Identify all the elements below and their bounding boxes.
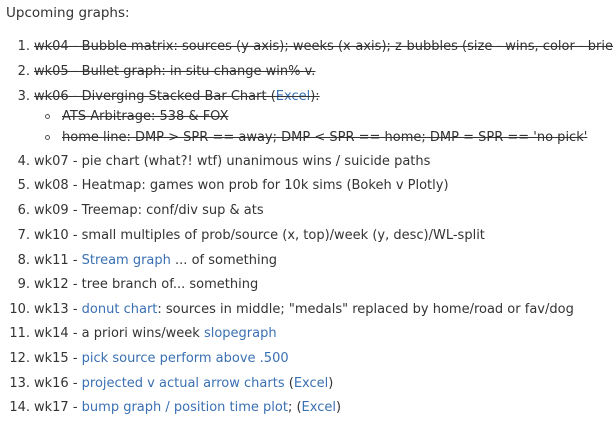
pick-source-link[interactable]: pick source perform above .500 <box>82 351 289 366</box>
list-item-9: 9. wk12 - tree branch of... something <box>0 275 613 295</box>
item-text-mid: ; ( <box>287 400 302 415</box>
circle-bullet-icon <box>45 135 50 140</box>
sub-item-text: ATS Arbitrage: 538 & FOX <box>62 109 229 124</box>
list-item-14: 14. wk17 - bump graph / position time pl… <box>0 398 613 418</box>
item-text: wk05 - Bullet graph: in situ change win%… <box>34 64 316 79</box>
list-item-4: 4. wk07 - pie chart (what?! wtf) unanimo… <box>0 152 613 172</box>
item-text: wk07 - pie chart (what?! wtf) unanimous … <box>34 154 431 169</box>
circle-bullet-icon <box>45 114 50 119</box>
item-number: 9. <box>17 277 30 292</box>
item-text-mid: ( <box>284 376 294 391</box>
item-number: 4. <box>17 154 30 169</box>
list-item-11: 11. wk14 - a priori wins/week slopegraph <box>0 324 613 344</box>
list-item-10: 10. wk13 - donut chart: sources in middl… <box>0 300 613 320</box>
item-text-post: ): <box>310 89 320 104</box>
item-text-post: ) <box>328 376 334 391</box>
item-text-post: ... of something <box>170 253 278 268</box>
bump-graph-link[interactable]: bump graph / position time plot <box>82 400 288 415</box>
item-text: wk13 - donut chart: sources in middle; "… <box>34 300 574 320</box>
item-text-pre: wk06 - Diverging Stacked Bar Chart ( <box>34 89 276 104</box>
item-number: 12. <box>9 351 30 366</box>
item-text-post: ) <box>335 400 342 415</box>
item-text-post: : sources in middle; "medals" replaced b… <box>157 302 574 317</box>
item-number: 5. <box>17 178 30 193</box>
list-item-1: 1. wk04 - Bubble matrix: sources (y-axis… <box>0 37 613 57</box>
item-number: 6. <box>17 203 30 218</box>
stream-graph-link[interactable]: Stream graph <box>82 253 171 268</box>
item-number: 7. <box>17 228 30 243</box>
list-item-2: 2. wk05 - Bullet graph: in situ change w… <box>0 62 613 82</box>
item-text-pre: wk15 - <box>34 351 82 366</box>
list-item-12: 12. wk15 - pick source perform above .50… <box>0 349 613 369</box>
list-item-5: 5. wk08 - Heatmap: games won prob for 10… <box>0 176 613 196</box>
item-number: 10. <box>9 302 30 317</box>
slopegraph-link[interactable]: slopegraph <box>204 326 277 341</box>
item-text: wk11 - Stream graph ... of something <box>34 251 277 271</box>
list-item-6: 6. wk09 - Treemap: conf/div sup & ats <box>0 201 613 221</box>
arrow-charts-link[interactable]: projected v actual arrow charts <box>82 376 285 391</box>
item-text: wk17 - bump graph / position time plot; … <box>34 398 341 418</box>
item-number: 2. <box>17 64 30 79</box>
item-text-pre: wk16 - <box>34 376 82 391</box>
excel-link[interactable]: Excel <box>302 400 336 415</box>
list-item-8: 8. wk11 - Stream graph ... of something <box>0 251 613 271</box>
item-text-pre: wk13 - <box>34 302 82 317</box>
donut-chart-link[interactable]: donut chart <box>82 302 158 317</box>
item-text-pre: wk17 - <box>34 400 82 415</box>
item-number: 3. <box>17 89 30 104</box>
list-item-3: 3. wk06 - Diverging Stacked Bar Chart (E… <box>0 87 613 107</box>
item-number: 1. <box>17 39 30 54</box>
sub-item-home-line: home line: DMP > SPR == away; DMP < SPR … <box>0 128 613 148</box>
item-text: wk04 - Bubble matrix: sources (y-axis); … <box>34 39 613 54</box>
item-text: wk15 - pick source perform above .500 <box>34 349 289 369</box>
item-number: 13. <box>9 376 30 391</box>
excel-link[interactable]: Excel <box>294 376 328 391</box>
item-text: wk10 - small multiples of prob/source (x… <box>34 228 485 243</box>
item-text: wk06 - Diverging Stacked Bar Chart (Exce… <box>34 87 320 107</box>
page-heading: Upcoming graphs: <box>6 5 130 21</box>
item-number: 8. <box>17 253 30 268</box>
list-item-13: 13. wk16 - projected v actual arrow char… <box>0 374 613 394</box>
list-item-7: 7. wk10 - small multiples of prob/source… <box>0 226 613 246</box>
item-text: wk09 - Treemap: conf/div sup & ats <box>34 203 264 218</box>
item-text: wk08 - Heatmap: games won prob for 10k s… <box>34 178 449 193</box>
item-text: wk14 - a priori wins/week slopegraph <box>34 324 277 344</box>
item-text-pre: wk11 - <box>34 253 82 268</box>
item-text: wk16 - projected v actual arrow charts (… <box>34 374 333 394</box>
item-text: wk12 - tree branch of... something <box>34 277 259 292</box>
item-number: 11. <box>9 326 30 341</box>
sub-item-ats-arbitrage: ATS Arbitrage: 538 & FOX <box>0 107 613 127</box>
item-text-pre: wk14 - a priori wins/week <box>34 326 204 341</box>
excel-link[interactable]: Excel <box>276 89 310 104</box>
sub-item-text: home line: DMP > SPR == away; DMP < SPR … <box>62 130 588 145</box>
item-number: 14. <box>9 400 30 415</box>
